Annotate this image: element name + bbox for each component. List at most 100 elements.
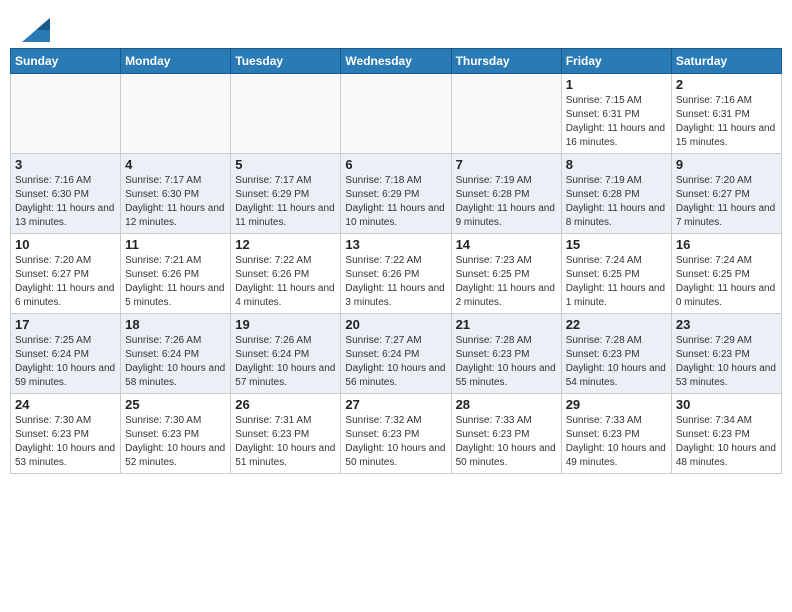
calendar-cell: 8 Sunrise: 7:19 AM Sunset: 6:28 PM Daylig… xyxy=(561,154,671,234)
day-number: 9 xyxy=(676,157,777,172)
day-info: Sunrise: 7:17 AM Sunset: 6:29 PM Dayligh… xyxy=(235,174,336,230)
day-info: Sunrise: 7:16 AM Sunset: 6:31 PM Dayligh… xyxy=(676,94,777,150)
calendar-cell: 20 Sunrise: 7:27 AM Sunset: 6:24 PM Dayli… xyxy=(341,314,451,394)
day-info: Sunrise: 7:30 AM Sunset: 6:23 PM Dayligh… xyxy=(15,414,116,470)
calendar-cell: 29 Sunrise: 7:33 AM Sunset: 6:23 PM Dayli… xyxy=(561,394,671,474)
calendar-cell: 23 Sunrise: 7:29 AM Sunset: 6:23 PM Dayli… xyxy=(671,314,781,394)
calendar-cell: 7 Sunrise: 7:19 AM Sunset: 6:28 PM Daylig… xyxy=(451,154,561,234)
calendar-cell: 21 Sunrise: 7:28 AM Sunset: 6:23 PM Dayli… xyxy=(451,314,561,394)
day-number: 15 xyxy=(566,237,667,252)
day-number: 4 xyxy=(125,157,226,172)
calendar-table: SundayMondayTuesdayWednesdayThursdayFrid… xyxy=(10,48,782,474)
day-number: 27 xyxy=(345,397,446,412)
calendar-cell: 12Sunrise: 7:22 AM Sunset: 6:26 PM Dayli… xyxy=(231,234,341,314)
day-number: 5 xyxy=(235,157,336,172)
day-info: Sunrise: 7:18 AM Sunset: 6:29 PM Dayligh… xyxy=(345,174,446,230)
day-info: Sunrise: 7:22 AM Sunset: 6:26 PM Dayligh… xyxy=(345,254,446,310)
day-number: 20 xyxy=(345,317,446,332)
day-info: Sunrise: 7:26 AM Sunset: 6:24 PM Dayligh… xyxy=(125,334,226,390)
weekday-header-row: SundayMondayTuesdayWednesdayThursdayFrid… xyxy=(11,49,782,74)
day-info: Sunrise: 7:34 AM Sunset: 6:23 PM Dayligh… xyxy=(676,414,777,470)
day-info: Sunrise: 7:32 AM Sunset: 6:23 PM Dayligh… xyxy=(345,414,446,470)
day-number: 29 xyxy=(566,397,667,412)
calendar-cell: 2 Sunrise: 7:16 AM Sunset: 6:31 PM Daylig… xyxy=(671,74,781,154)
day-info: Sunrise: 7:24 AM Sunset: 6:25 PM Dayligh… xyxy=(676,254,777,310)
calendar-cell: 11 Sunrise: 7:21 AM Sunset: 6:26 PM Dayli… xyxy=(121,234,231,314)
calendar-week-2: 3 Sunrise: 7:16 AM Sunset: 6:30 PM Daylig… xyxy=(11,154,782,234)
calendar-week-4: 17 Sunrise: 7:25 AM Sunset: 6:24 PM Dayli… xyxy=(11,314,782,394)
calendar-cell: 22 Sunrise: 7:28 AM Sunset: 6:23 PM Dayli… xyxy=(561,314,671,394)
weekday-header-saturday: Saturday xyxy=(671,49,781,74)
day-number: 1 xyxy=(566,77,667,92)
logo xyxy=(20,18,50,38)
day-number: 26 xyxy=(235,397,336,412)
calendar-cell xyxy=(11,74,121,154)
day-info: Sunrise: 7:24 AM Sunset: 6:25 PM Dayligh… xyxy=(566,254,667,310)
day-number: 30 xyxy=(676,397,777,412)
day-info: Sunrise: 7:19 AM Sunset: 6:28 PM Dayligh… xyxy=(456,174,557,230)
page-header xyxy=(10,10,782,44)
weekday-header-wednesday: Wednesday xyxy=(341,49,451,74)
calendar-cell: 27 Sunrise: 7:32 AM Sunset: 6:23 PM Dayli… xyxy=(341,394,451,474)
calendar-cell: 3 Sunrise: 7:16 AM Sunset: 6:30 PM Daylig… xyxy=(11,154,121,234)
calendar-week-5: 24 Sunrise: 7:30 AM Sunset: 6:23 PM Dayli… xyxy=(11,394,782,474)
day-number: 24 xyxy=(15,397,116,412)
day-info: Sunrise: 7:15 AM Sunset: 6:31 PM Dayligh… xyxy=(566,94,667,150)
day-info: Sunrise: 7:26 AM Sunset: 6:24 PM Dayligh… xyxy=(235,334,336,390)
day-info: Sunrise: 7:19 AM Sunset: 6:28 PM Dayligh… xyxy=(566,174,667,230)
calendar-cell xyxy=(451,74,561,154)
day-info: Sunrise: 7:16 AM Sunset: 6:30 PM Dayligh… xyxy=(15,174,116,230)
calendar-cell: 26Sunrise: 7:31 AM Sunset: 6:23 PM Dayli… xyxy=(231,394,341,474)
day-info: Sunrise: 7:29 AM Sunset: 6:23 PM Dayligh… xyxy=(676,334,777,390)
calendar-cell: 17 Sunrise: 7:25 AM Sunset: 6:24 PM Dayli… xyxy=(11,314,121,394)
weekday-header-friday: Friday xyxy=(561,49,671,74)
weekday-header-monday: Monday xyxy=(121,49,231,74)
day-number: 8 xyxy=(566,157,667,172)
logo-icon xyxy=(22,18,50,42)
day-number: 23 xyxy=(676,317,777,332)
day-number: 13 xyxy=(345,237,446,252)
calendar-cell: 5 Sunrise: 7:17 AM Sunset: 6:29 PM Daylig… xyxy=(231,154,341,234)
day-number: 21 xyxy=(456,317,557,332)
calendar-cell: 15 Sunrise: 7:24 AM Sunset: 6:25 PM Dayli… xyxy=(561,234,671,314)
day-number: 11 xyxy=(125,237,226,252)
day-info: Sunrise: 7:30 AM Sunset: 6:23 PM Dayligh… xyxy=(125,414,226,470)
day-number: 10 xyxy=(15,237,116,252)
calendar-cell: 30 Sunrise: 7:34 AM Sunset: 6:23 PM Dayli… xyxy=(671,394,781,474)
day-number: 3 xyxy=(15,157,116,172)
day-number: 22 xyxy=(566,317,667,332)
weekday-header-sunday: Sunday xyxy=(11,49,121,74)
day-info: Sunrise: 7:20 AM Sunset: 6:27 PM Dayligh… xyxy=(15,254,116,310)
calendar-week-3: 10 Sunrise: 7:20 AM Sunset: 6:27 PM Dayli… xyxy=(11,234,782,314)
calendar-cell: 14Sunrise: 7:23 AM Sunset: 6:25 PM Dayli… xyxy=(451,234,561,314)
day-number: 28 xyxy=(456,397,557,412)
day-info: Sunrise: 7:23 AM Sunset: 6:25 PM Dayligh… xyxy=(456,254,557,310)
calendar-cell xyxy=(231,74,341,154)
day-info: Sunrise: 7:33 AM Sunset: 6:23 PM Dayligh… xyxy=(456,414,557,470)
calendar-cell: 28 Sunrise: 7:33 AM Sunset: 6:23 PM Dayli… xyxy=(451,394,561,474)
day-info: Sunrise: 7:21 AM Sunset: 6:26 PM Dayligh… xyxy=(125,254,226,310)
calendar-cell: 24 Sunrise: 7:30 AM Sunset: 6:23 PM Dayli… xyxy=(11,394,121,474)
day-number: 7 xyxy=(456,157,557,172)
day-number: 12 xyxy=(235,237,336,252)
day-number: 17 xyxy=(15,317,116,332)
day-info: Sunrise: 7:17 AM Sunset: 6:30 PM Dayligh… xyxy=(125,174,226,230)
calendar-cell: 9 Sunrise: 7:20 AM Sunset: 6:27 PM Daylig… xyxy=(671,154,781,234)
day-number: 16 xyxy=(676,237,777,252)
day-info: Sunrise: 7:33 AM Sunset: 6:23 PM Dayligh… xyxy=(566,414,667,470)
calendar-cell: 6Sunrise: 7:18 AM Sunset: 6:29 PM Daylig… xyxy=(341,154,451,234)
day-info: Sunrise: 7:20 AM Sunset: 6:27 PM Dayligh… xyxy=(676,174,777,230)
day-info: Sunrise: 7:25 AM Sunset: 6:24 PM Dayligh… xyxy=(15,334,116,390)
calendar-cell: 1 Sunrise: 7:15 AM Sunset: 6:31 PM Daylig… xyxy=(561,74,671,154)
day-number: 2 xyxy=(676,77,777,92)
day-number: 18 xyxy=(125,317,226,332)
calendar-cell: 4 Sunrise: 7:17 AM Sunset: 6:30 PM Daylig… xyxy=(121,154,231,234)
calendar-cell xyxy=(341,74,451,154)
calendar-cell: 16 Sunrise: 7:24 AM Sunset: 6:25 PM Dayli… xyxy=(671,234,781,314)
day-info: Sunrise: 7:28 AM Sunset: 6:23 PM Dayligh… xyxy=(456,334,557,390)
day-info: Sunrise: 7:28 AM Sunset: 6:23 PM Dayligh… xyxy=(566,334,667,390)
day-info: Sunrise: 7:27 AM Sunset: 6:24 PM Dayligh… xyxy=(345,334,446,390)
calendar-cell: 18 Sunrise: 7:26 AM Sunset: 6:24 PM Dayli… xyxy=(121,314,231,394)
weekday-header-tuesday: Tuesday xyxy=(231,49,341,74)
day-number: 25 xyxy=(125,397,226,412)
